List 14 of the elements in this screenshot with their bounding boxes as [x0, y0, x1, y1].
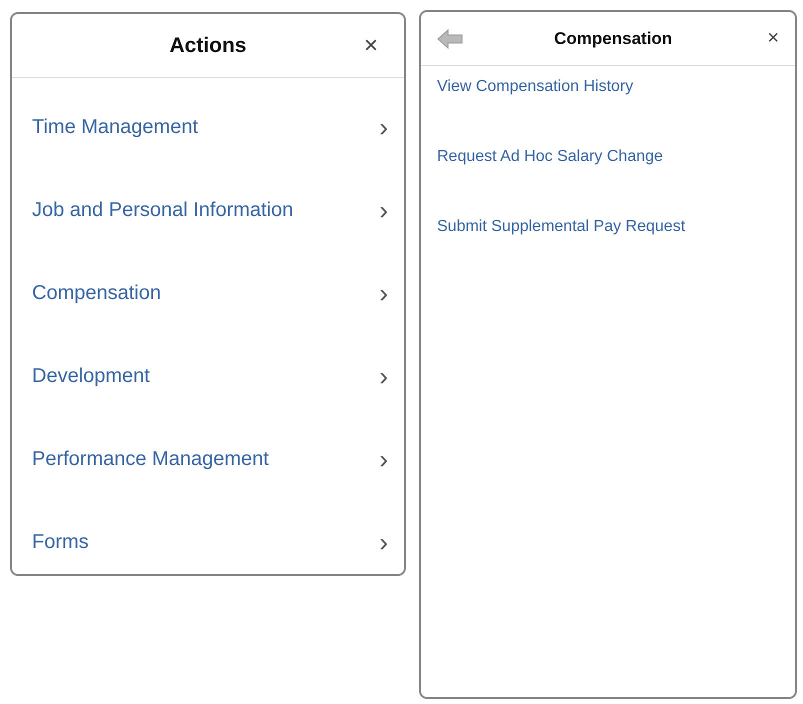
menu-item[interactable]: Forms › [12, 501, 404, 584]
back-arrow-icon[interactable] [437, 28, 463, 48]
menu-link[interactable]: Request Ad Hoc Salary Change [437, 148, 795, 218]
panel-title: Compensation [554, 28, 672, 48]
menu-link[interactable]: View Compensation History [437, 78, 795, 148]
close-button[interactable]: × [763, 27, 783, 50]
menu-item[interactable]: Job and Personal Information › [12, 169, 404, 252]
menu-link[interactable]: Submit Supplemental Pay Request [437, 218, 795, 288]
menu-item[interactable]: Compensation › [12, 252, 404, 335]
close-button[interactable]: × [360, 32, 382, 60]
menu-item[interactable]: Performance Management › [12, 418, 404, 501]
menu-item[interactable]: Time Management › [12, 86, 404, 169]
panel-title: Actions [169, 34, 246, 58]
menu-item[interactable]: Development › [12, 335, 404, 418]
